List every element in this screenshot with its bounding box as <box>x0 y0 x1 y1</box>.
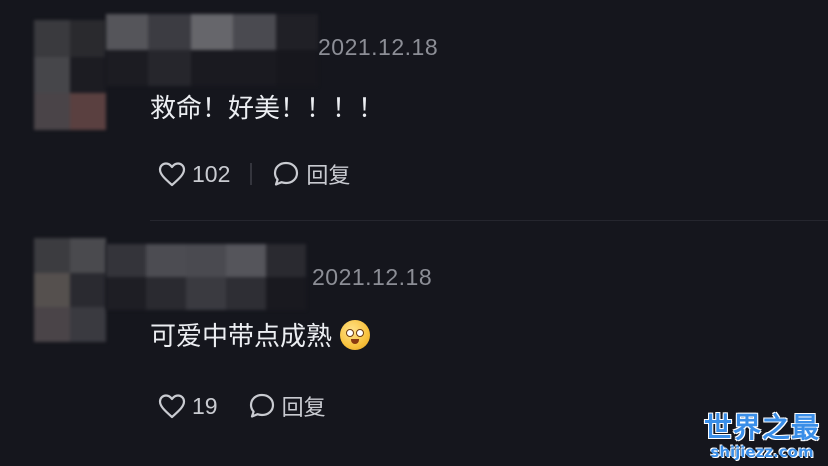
site-watermark: 世界之最 shijiezz.com <box>703 411 820 461</box>
reply-button[interactable]: 回复 <box>272 158 350 190</box>
comment-actions: 19 回复 <box>158 390 326 422</box>
comment-timestamp: 2021.12.18 <box>318 34 439 60</box>
reply-label: 回复 <box>306 164 351 189</box>
action-divider <box>232 395 234 417</box>
like-count: 102 <box>192 160 231 187</box>
speech-bubble-icon <box>274 161 299 186</box>
comment-list: 2021.12.18 救命！好美！！！！ 102 回复 2021.12.18 可… <box>0 0 828 466</box>
reply-button[interactable]: 回复 <box>248 390 326 422</box>
username-blurred[interactable] <box>106 14 318 86</box>
heart-icon <box>158 162 186 187</box>
comment-actions: 102 回复 <box>158 158 350 190</box>
comment-divider <box>150 220 828 221</box>
avatar[interactable] <box>34 238 106 342</box>
pleading-face-emoji-icon <box>340 319 371 350</box>
comment-item: 2021.12.18 救命！好美！！！！ 102 回复 <box>0 0 828 222</box>
reply-label: 回复 <box>281 396 326 421</box>
heart-icon <box>158 394 186 419</box>
username-blurred[interactable] <box>106 244 306 310</box>
like-button[interactable]: 19 <box>158 393 218 420</box>
watermark-url: shijiezz.com <box>710 443 814 461</box>
speech-bubble-icon <box>249 393 274 418</box>
comment-timestamp: 2021.12.18 <box>312 264 433 290</box>
comment-text: 救命！好美！！！！ <box>150 88 384 125</box>
avatar[interactable] <box>34 20 106 130</box>
action-divider <box>250 163 253 185</box>
like-count: 19 <box>192 392 218 419</box>
comment-text-content: 可爱中带点成熟 <box>150 322 333 352</box>
comment-text-content: 救命！好美！！！！ <box>150 94 385 124</box>
like-button[interactable]: 102 <box>158 161 230 188</box>
watermark-title: 世界之最 <box>703 411 820 444</box>
comment-text: 可爱中带点成熟 <box>150 316 371 353</box>
